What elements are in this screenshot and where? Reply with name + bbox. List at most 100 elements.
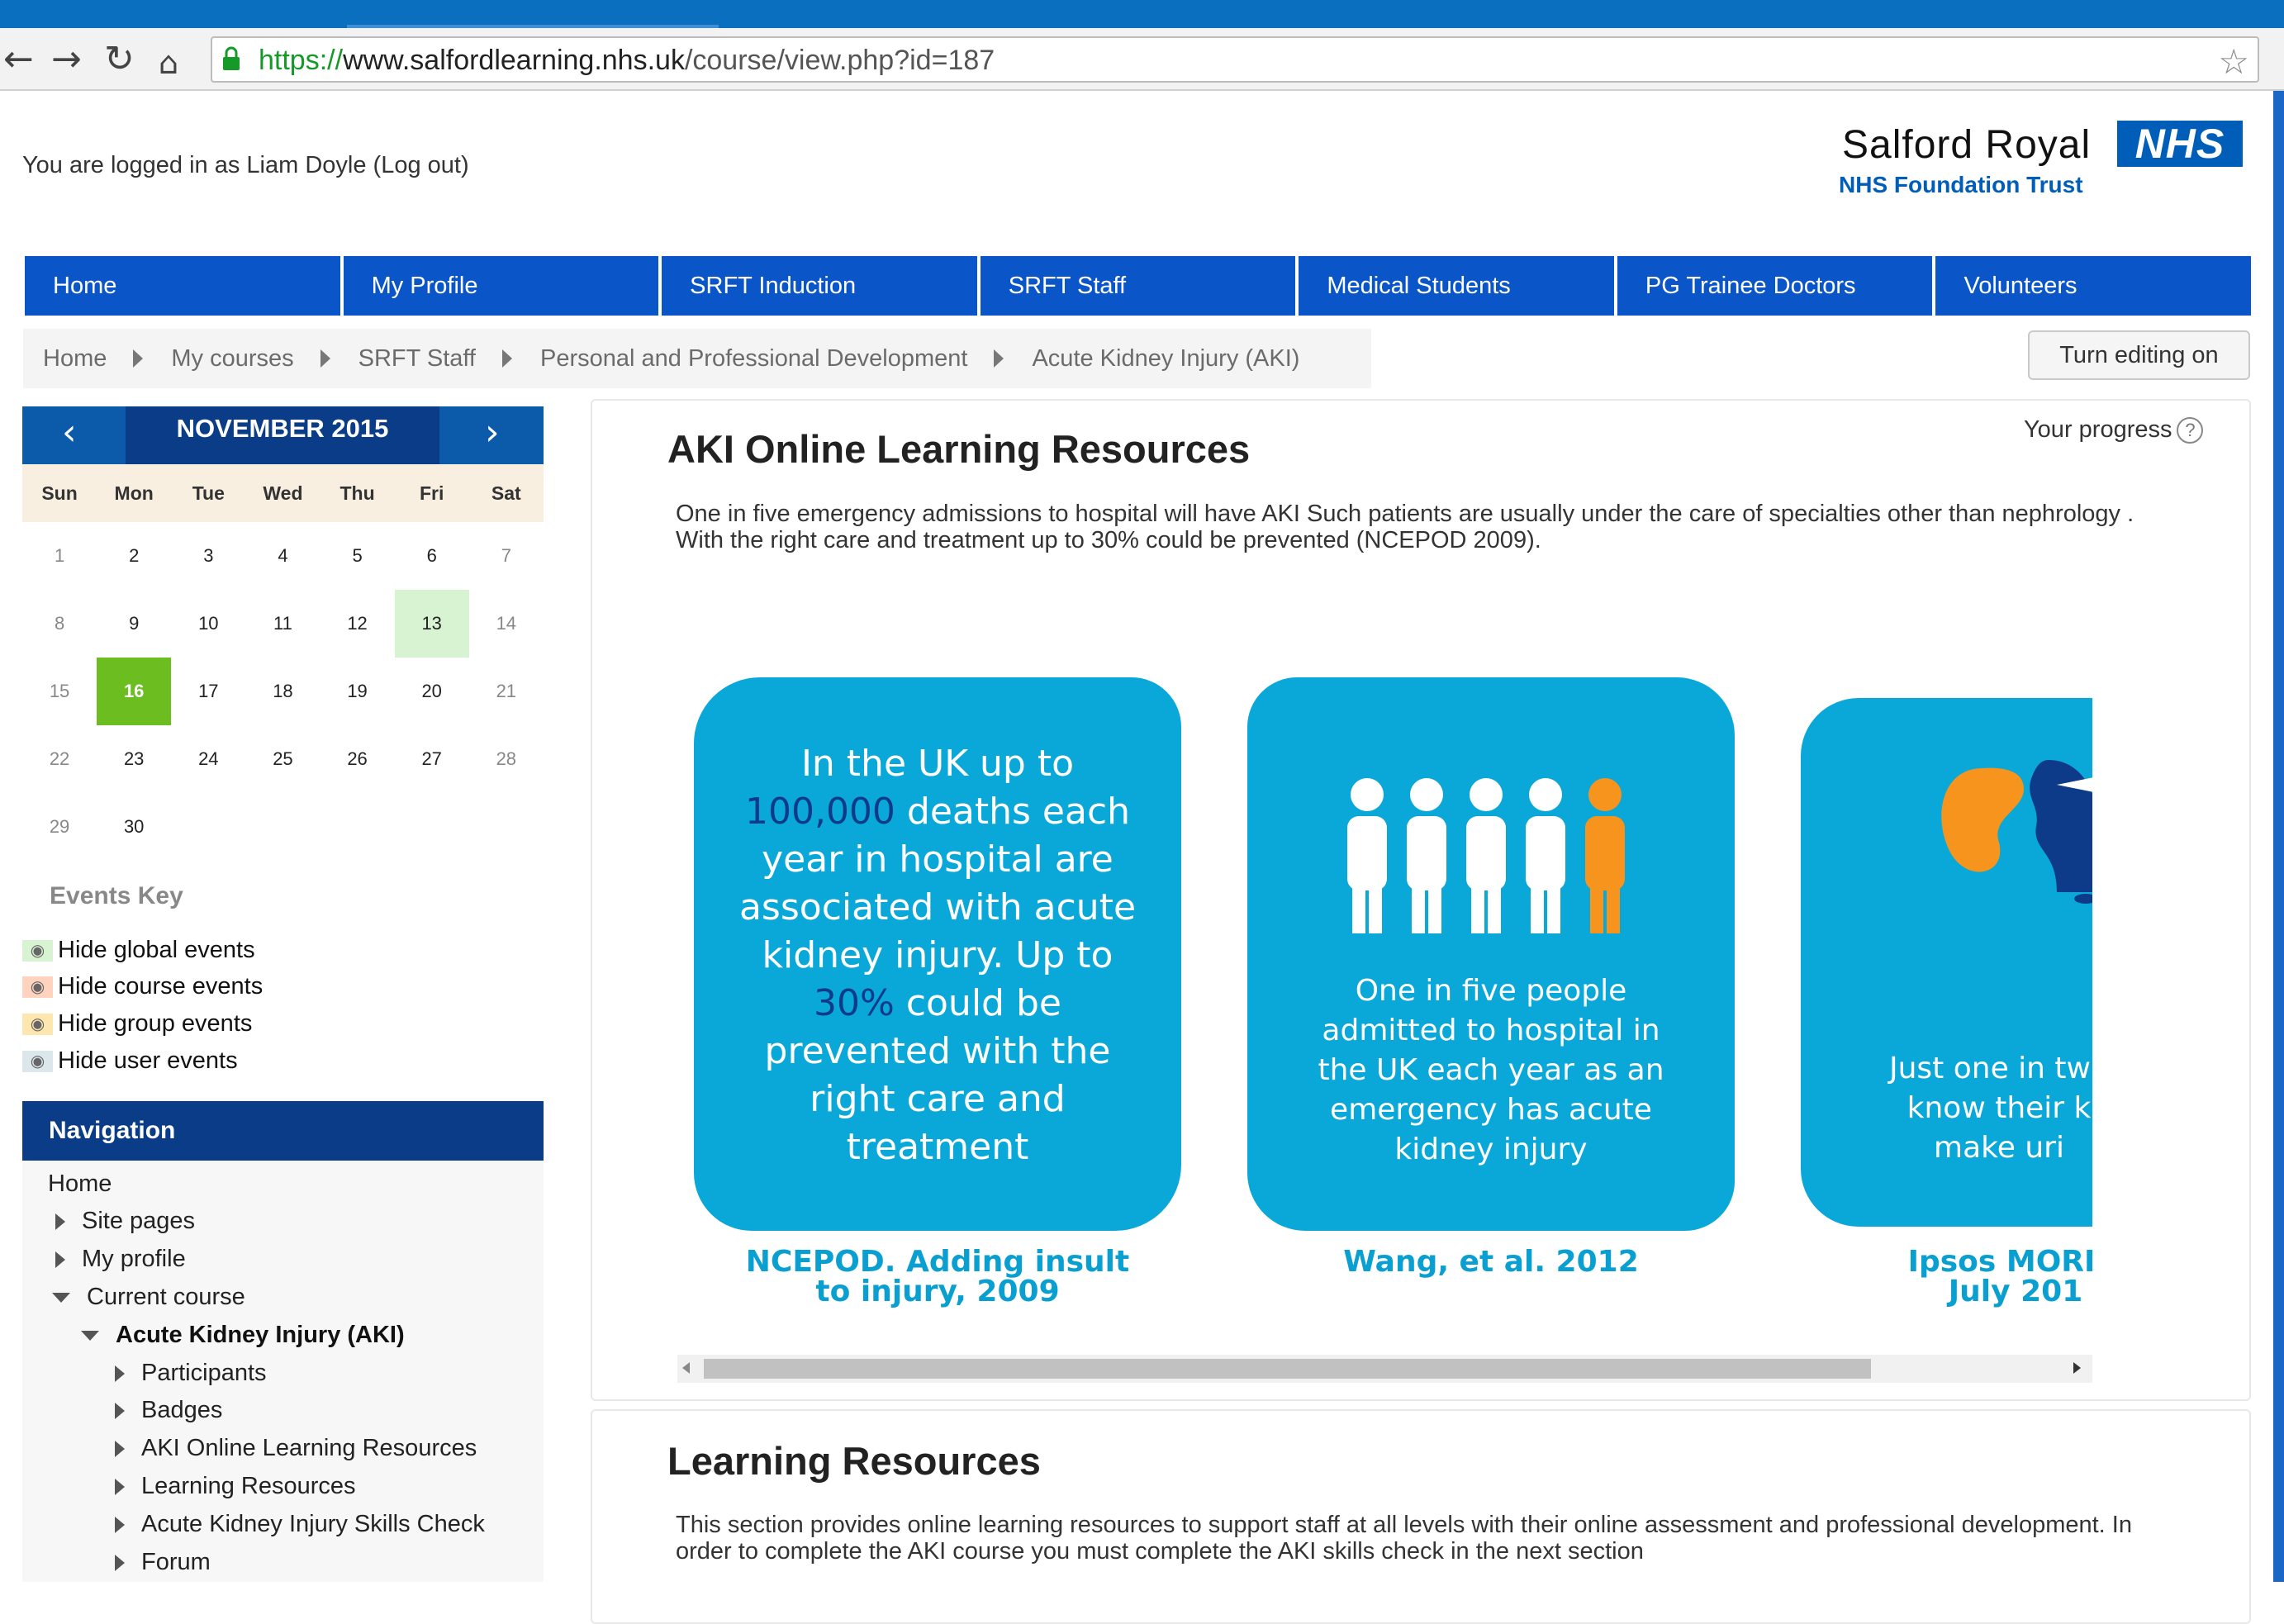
nav-badges[interactable]: Badges bbox=[115, 1397, 222, 1424]
calendar-day[interactable]: 18 bbox=[245, 658, 320, 725]
calendar-day[interactable]: 3 bbox=[171, 522, 245, 590]
hide-group-events-link[interactable]: ◉ Hide group events bbox=[22, 1010, 252, 1038]
nav-skills-check[interactable]: Acute Kidney Injury Skills Check bbox=[115, 1511, 485, 1538]
logo-name[interactable]: Salford Royal bbox=[1842, 122, 2091, 168]
menu-medical-students[interactable]: Medical Students bbox=[1299, 256, 1614, 316]
calendar-day[interactable]: 15 bbox=[22, 658, 97, 725]
navigation-block-title[interactable]: Navigation bbox=[22, 1101, 544, 1161]
calendar-day[interactable]: 9 bbox=[97, 590, 171, 658]
calendar-day[interactable]: 16 bbox=[97, 658, 172, 725]
nav-current-course-label: Current course bbox=[87, 1284, 245, 1310]
calendar-weekday-row: Sun Mon Tue Wed Thu Fri Sat bbox=[22, 464, 544, 522]
logout-link[interactable]: (Log out) bbox=[373, 152, 469, 178]
calendar-day[interactable]: 19 bbox=[321, 658, 395, 725]
calendar-day[interactable]: 6 bbox=[395, 522, 469, 590]
nav-aki-online-learning-resources[interactable]: AKI Online Learning Resources bbox=[115, 1435, 477, 1462]
menu-pg-trainee-doctors[interactable]: PG Trainee Doctors bbox=[1617, 256, 1933, 316]
card-highlight-number: 30% bbox=[814, 982, 895, 1024]
turn-editing-on-button[interactable]: Turn editing on bbox=[2028, 330, 2250, 380]
address-bar[interactable]: https://www.salfordlearning.nhs.uk/cours… bbox=[211, 36, 2259, 83]
calendar-day[interactable]: 8 bbox=[22, 590, 97, 658]
calendar-day[interactable]: 28 bbox=[469, 725, 544, 793]
your-progress[interactable]: Your progress? bbox=[2024, 416, 2204, 444]
calendar-day[interactable]: 5 bbox=[321, 522, 395, 590]
nav-course-aki[interactable]: Acute Kidney Injury (AKI) bbox=[81, 1322, 405, 1349]
horizontal-scrollbar[interactable] bbox=[677, 1355, 2092, 1383]
user-name-link[interactable]: Liam Doyle bbox=[246, 152, 366, 178]
back-icon[interactable]: ← bbox=[3, 41, 34, 78]
menu-srft-staff[interactable]: SRFT Staff bbox=[980, 256, 1296, 316]
nav-my-profile[interactable]: My profile bbox=[55, 1246, 186, 1273]
next-month-icon[interactable]: › bbox=[485, 411, 500, 453]
calendar-day[interactable]: 12 bbox=[321, 590, 395, 658]
breadcrumb-ppd[interactable]: Personal and Professional Development bbox=[540, 345, 967, 373]
calendar-day[interactable]: 7 bbox=[469, 522, 544, 590]
calendar-day[interactable]: 10 bbox=[171, 590, 245, 658]
help-icon[interactable]: ? bbox=[2177, 416, 2204, 444]
window-edge bbox=[2273, 91, 2284, 1582]
hide-global-events-link[interactable]: ◉ Hide global events bbox=[22, 937, 255, 964]
nhs-logo-badge[interactable]: NHS bbox=[2117, 121, 2243, 167]
calendar-day[interactable]: 24 bbox=[171, 725, 245, 793]
infographic-citation: NCEPOD. Adding insult to injury, 2009 bbox=[745, 1245, 1130, 1308]
hide-course-events-link[interactable]: ◉ Hide course events bbox=[22, 973, 263, 1000]
prev-month-icon[interactable]: ‹ bbox=[62, 411, 77, 453]
section1-description: One in five emergency admissions to hosp… bbox=[676, 501, 2134, 553]
calendar-day[interactable]: 2 bbox=[97, 522, 171, 590]
calendar-day[interactable]: 25 bbox=[245, 725, 320, 793]
nav-current-course[interactable]: Current course bbox=[52, 1284, 245, 1311]
url-text: https://www.salfordlearning.nhs.uk/cours… bbox=[259, 45, 995, 77]
calendar-day[interactable]: 21 bbox=[469, 658, 544, 725]
menu-my-profile[interactable]: My Profile bbox=[343, 256, 659, 316]
calendar-day[interactable]: 4 bbox=[245, 522, 320, 590]
calendar-day[interactable]: 29 bbox=[22, 793, 97, 861]
scroll-right-icon[interactable] bbox=[2073, 1362, 2081, 1374]
calendar-month-title[interactable]: NOVEMBER 2015 bbox=[126, 406, 439, 464]
nav-course-label: Acute Kidney Injury (AKI) bbox=[116, 1322, 405, 1348]
eye-icon: ◉ bbox=[22, 1050, 53, 1072]
calendar-day[interactable]: 20 bbox=[395, 658, 469, 725]
star-icon[interactable]: ☆ bbox=[2218, 41, 2249, 82]
nav-participants[interactable]: Participants bbox=[115, 1360, 267, 1387]
nav-learning-resources[interactable]: Learning Resources bbox=[115, 1473, 356, 1500]
menu-volunteers[interactable]: Volunteers bbox=[1935, 256, 2252, 316]
nav-home[interactable]: Home bbox=[48, 1171, 112, 1198]
calendar-empty-cell bbox=[245, 793, 320, 861]
calendar-day[interactable]: 14 bbox=[469, 590, 544, 658]
calendar-day[interactable]: 1 bbox=[22, 522, 97, 590]
calendar-day[interactable]: 30 bbox=[97, 793, 171, 861]
breadcrumb-home[interactable]: Home bbox=[43, 345, 107, 373]
calendar-day[interactable]: 22 bbox=[22, 725, 97, 793]
calendar-day[interactable]: 17 bbox=[171, 658, 245, 725]
breadcrumb-my-courses[interactable]: My courses bbox=[171, 345, 293, 373]
menu-home[interactable]: Home bbox=[25, 256, 340, 316]
infographic-citation: Wang, et al. 2012 bbox=[1343, 1245, 1639, 1279]
expand-icon bbox=[115, 1516, 125, 1533]
calendar-day[interactable]: 11 bbox=[245, 590, 320, 658]
calendar-empty-cell bbox=[395, 793, 469, 861]
forward-icon[interactable]: → bbox=[51, 41, 82, 78]
nav-item-label: Acute Kidney Injury Skills Check bbox=[141, 1511, 485, 1537]
scrollbar-thumb[interactable] bbox=[704, 1359, 1871, 1379]
home-icon[interactable]: ⌂ bbox=[159, 45, 178, 81]
card-highlight-number: 100,000 bbox=[744, 791, 895, 833]
calendar-week-row: 8 9 10 11 12 13 14 bbox=[22, 590, 544, 658]
calendar-day[interactable]: 27 bbox=[395, 725, 469, 793]
menu-srft-induction[interactable]: SRFT Induction bbox=[662, 256, 977, 316]
nav-site-pages[interactable]: Site pages bbox=[55, 1208, 195, 1235]
reload-icon[interactable]: ↻ bbox=[104, 41, 135, 78]
calendar-day[interactable]: 23 bbox=[97, 725, 171, 793]
infographic-slider: In the UK up to 100,000 deaths each year… bbox=[677, 653, 2092, 1313]
calendar-day[interactable]: 13 bbox=[394, 590, 469, 658]
calendar-day[interactable]: 26 bbox=[321, 725, 395, 793]
infographic-citation: Ipsos MORI s July 201 bbox=[1907, 1245, 2092, 1308]
calendar-week-row: 22 23 24 25 26 27 28 bbox=[22, 725, 544, 793]
scroll-left-icon[interactable] bbox=[682, 1362, 690, 1374]
breadcrumb-srft-staff[interactable]: SRFT Staff bbox=[359, 345, 476, 373]
hide-user-events-link[interactable]: ◉ Hide user events bbox=[22, 1047, 238, 1075]
nav-forum[interactable]: Forum bbox=[115, 1549, 211, 1576]
breadcrumb-current[interactable]: Acute Kidney Injury (AKI) bbox=[1032, 345, 1299, 373]
event-key-label: Hide global events bbox=[58, 937, 255, 963]
event-key-label: Hide group events bbox=[58, 1010, 253, 1037]
nav-item-label: Participants bbox=[141, 1360, 267, 1386]
